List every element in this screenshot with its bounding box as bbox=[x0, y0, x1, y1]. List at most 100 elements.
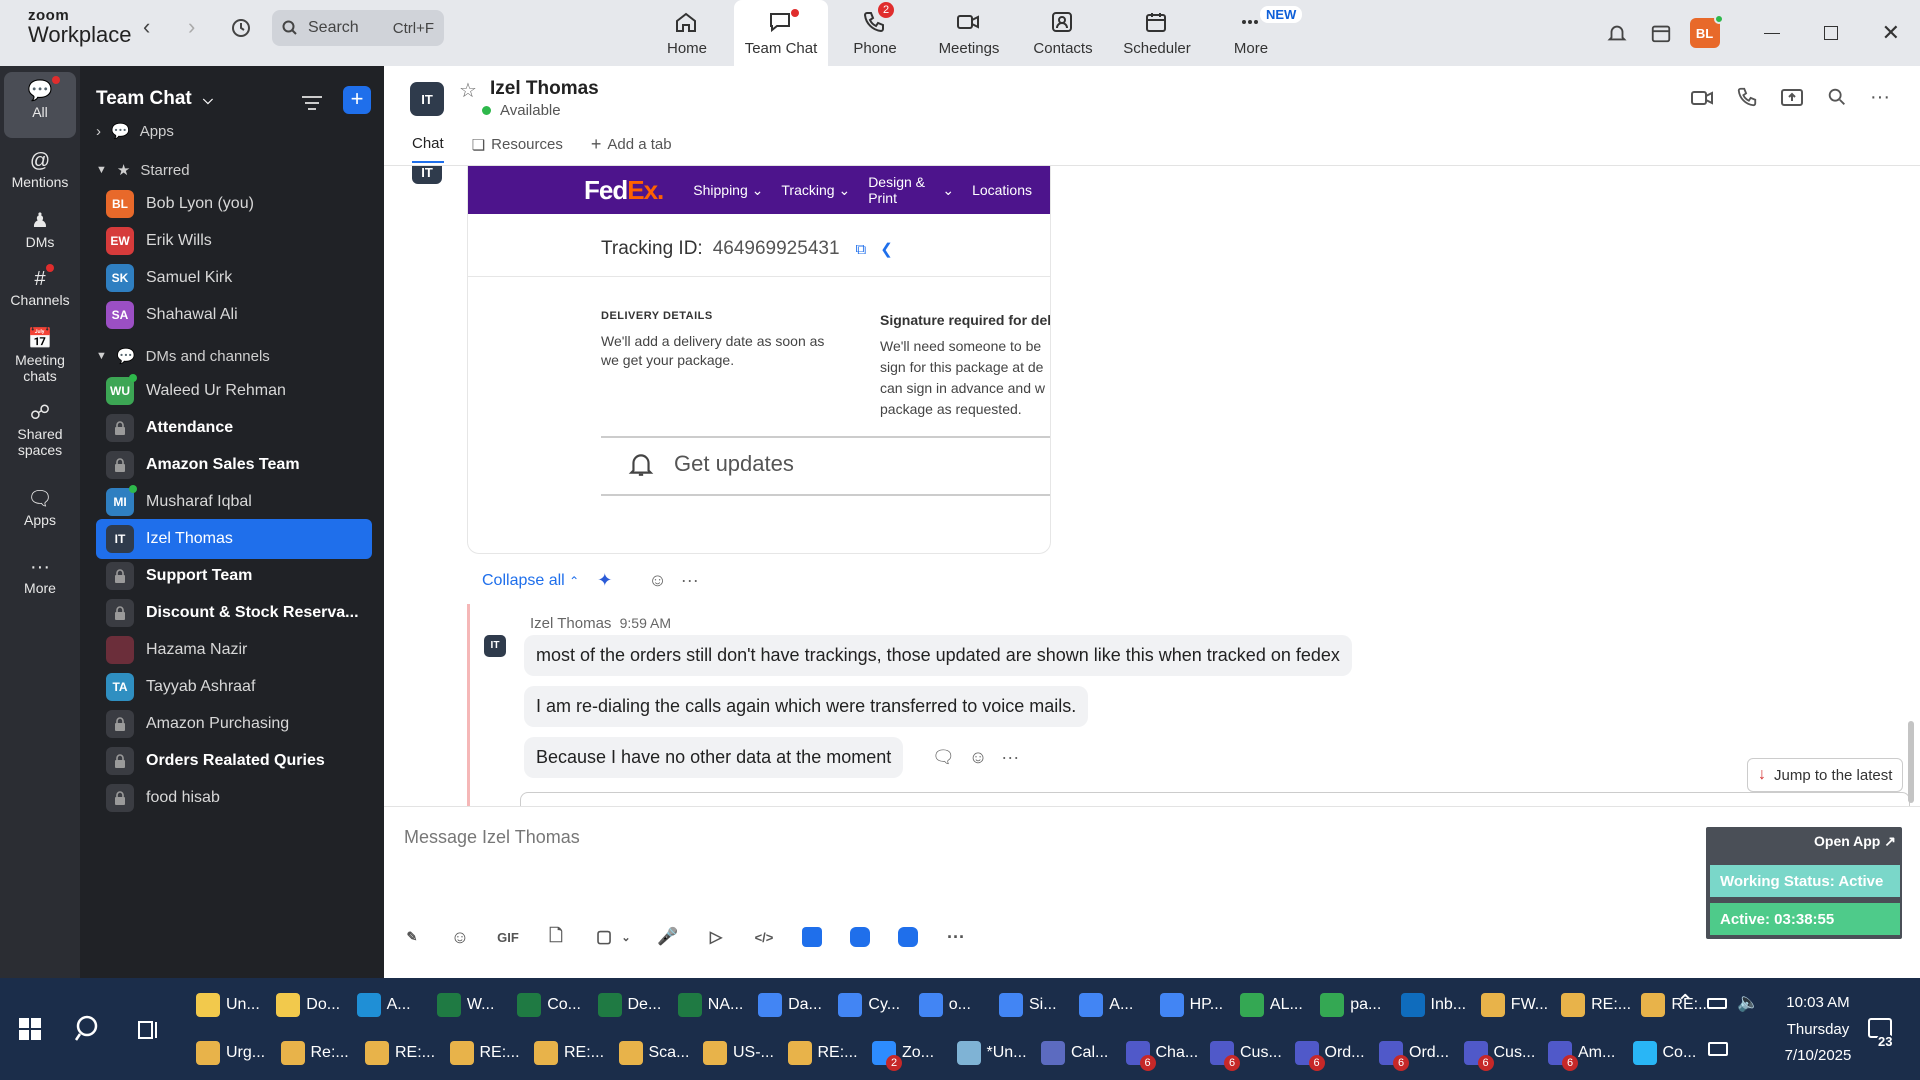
ai-sparkle-icon[interactable]: ✦ bbox=[597, 570, 612, 591]
search-icon[interactable] bbox=[74, 1014, 104, 1044]
taskbar-app[interactable]: Un... bbox=[196, 990, 260, 1020]
taskbar-app[interactable]: NA... bbox=[677, 990, 743, 1020]
taskbar-app[interactable]: o... bbox=[918, 990, 971, 1020]
app-icon[interactable] bbox=[896, 925, 920, 949]
filter-icon[interactable] bbox=[302, 96, 322, 110]
sidebar-item-attendance[interactable]: Attendance bbox=[96, 408, 372, 448]
taskbar-app[interactable]: Inb... bbox=[1400, 990, 1466, 1020]
taskbar-app[interactable]: US-... bbox=[703, 1038, 774, 1068]
microphone-icon[interactable]: 🎤 bbox=[656, 925, 680, 949]
message-bubble[interactable]: Because I have no other data at the mome… bbox=[524, 737, 904, 778]
taskbar-app[interactable]: Do... bbox=[276, 990, 340, 1020]
message-bubble[interactable]: most of the orders still don't have trac… bbox=[524, 635, 1352, 676]
taskbar-app[interactable]: RE:... bbox=[365, 1038, 435, 1068]
taskbar-app[interactable]: pa... bbox=[1320, 990, 1381, 1020]
taskbar-app[interactable]: RE:... bbox=[449, 1038, 520, 1068]
rail-item-mentions[interactable]: @ Mentions bbox=[4, 142, 76, 202]
new-chat-button[interactable]: + bbox=[343, 86, 371, 114]
scrollbar[interactable] bbox=[1908, 721, 1914, 803]
taskbar-app[interactable]: RE:... bbox=[534, 1038, 604, 1068]
taskbar-app[interactable]: De... bbox=[597, 990, 661, 1020]
taskbar-app[interactable]: 6 Am... bbox=[1548, 1038, 1615, 1071]
rail-item-channels[interactable]: # Channels bbox=[4, 260, 76, 318]
tab-chat[interactable]: Chat bbox=[412, 134, 444, 163]
emoji-icon[interactable]: ☺ bbox=[648, 570, 666, 591]
notification-center-icon[interactable]: 23 bbox=[1868, 1018, 1895, 1049]
phone-icon[interactable] bbox=[1736, 86, 1758, 108]
more-options-icon[interactable]: ··· bbox=[681, 570, 699, 591]
user-avatar[interactable]: BL bbox=[1689, 14, 1724, 48]
sidebar-item-orders-realated-quries[interactable]: Orders Realated Quries bbox=[96, 741, 372, 781]
sidebar-title[interactable]: Team Chat ⌵ bbox=[96, 88, 213, 110]
sidebar-item-amazon-sales-team[interactable]: Amazon Sales Team bbox=[96, 445, 372, 485]
taskbar-app[interactable]: Sca... bbox=[618, 1038, 689, 1068]
search-box[interactable]: Search Ctrl+F bbox=[272, 10, 444, 46]
tab-home[interactable]: Home bbox=[640, 0, 734, 66]
rail-item-more[interactable]: ··· More bbox=[4, 548, 76, 604]
file-icon[interactable]: 🗋 bbox=[544, 925, 568, 949]
taskbar-app[interactable]: Re:... bbox=[280, 1038, 349, 1068]
windows-start-icon[interactable] bbox=[19, 1018, 41, 1040]
taskbar-app[interactable]: Si... bbox=[999, 990, 1057, 1020]
gif-button[interactable]: GIF bbox=[496, 925, 520, 949]
task-view-icon[interactable] bbox=[137, 1018, 161, 1042]
message-bubble[interactable]: I am re-dialing the calls again which we… bbox=[524, 686, 1089, 727]
sidebar-item-shahawal-ali[interactable]: SA Shahawal Ali bbox=[96, 295, 372, 335]
starred-section[interactable]: ▼ ★ Starred bbox=[96, 161, 190, 180]
video-message-icon[interactable]: ▷ bbox=[704, 925, 728, 949]
taskbar-app[interactable]: Da... bbox=[758, 990, 822, 1020]
bell-icon[interactable] bbox=[1606, 22, 1628, 44]
taskbar-app[interactable]: 6 Cus... bbox=[1463, 1038, 1535, 1071]
sidebar-item-bob-lyon-you-[interactable]: BL Bob Lyon (you) bbox=[96, 184, 372, 224]
clock[interactable]: 10:03 AM Thursday 7/10/2025 bbox=[1778, 992, 1858, 1068]
emoji-icon[interactable]: ☺ bbox=[448, 925, 472, 949]
open-app-button[interactable]: Open App ↗ bbox=[1814, 833, 1896, 850]
tab-scheduler[interactable]: Scheduler bbox=[1110, 0, 1204, 66]
code-icon[interactable]: </> bbox=[752, 925, 776, 949]
more-options-icon[interactable]: ··· bbox=[1001, 747, 1019, 768]
network-icon[interactable] bbox=[1708, 1042, 1728, 1056]
reply-icon[interactable]: 🗨 bbox=[932, 747, 955, 768]
sidebar-item-waleed-ur-rehman[interactable]: WU Waleed Ur Rehman bbox=[96, 371, 372, 411]
more-options-icon[interactable]: ··· bbox=[944, 925, 968, 949]
taskbar-app[interactable]: 6 Ord... bbox=[1379, 1038, 1449, 1071]
app-icon[interactable] bbox=[800, 925, 824, 949]
rail-item-all[interactable]: 💬 All bbox=[4, 72, 76, 138]
taskbar-app[interactable]: 2 Zo... bbox=[872, 1038, 934, 1071]
share-screen-icon[interactable] bbox=[1780, 86, 1804, 110]
taskbar-app[interactable]: Co... bbox=[1632, 1038, 1696, 1068]
taskbar-app[interactable]: AL... bbox=[1239, 990, 1303, 1020]
taskbar-app[interactable]: 6 Cha... bbox=[1125, 1038, 1198, 1071]
sidebar-item-discount-stock-reserva[interactable]: Discount & Stock Reserva... bbox=[96, 593, 372, 633]
collapse-all-button[interactable]: Collapse all ⌃ bbox=[482, 572, 579, 590]
tab-meetings[interactable]: Meetings bbox=[922, 0, 1016, 66]
rail-item-apps[interactable]: 🗨 Apps bbox=[4, 480, 76, 536]
close-icon[interactable]: ✕ bbox=[1882, 20, 1900, 46]
star-icon[interactable]: ☆ bbox=[459, 78, 477, 103]
battery-icon[interactable] bbox=[1707, 998, 1727, 1009]
taskbar-app[interactable]: Cal... bbox=[1041, 1038, 1108, 1068]
minimize-icon[interactable] bbox=[1763, 32, 1780, 34]
apps-section[interactable]: › 💬 Apps bbox=[96, 122, 174, 141]
sidebar-item-izel-thomas[interactable]: IT Izel Thomas bbox=[96, 519, 372, 559]
sidebar-item-samuel-kirk[interactable]: SK Samuel Kirk bbox=[96, 258, 372, 298]
emoji-icon[interactable]: ☺ bbox=[969, 747, 987, 768]
taskbar-app[interactable]: 6 Ord... bbox=[1294, 1038, 1365, 1071]
chevron-up-icon[interactable]: ⌃ bbox=[1676, 990, 1694, 1016]
tab-phone[interactable]: 2 Phone bbox=[828, 0, 922, 66]
channel-name[interactable]: Izel Thomas bbox=[490, 78, 599, 100]
add-tab-button[interactable]: + Add a tab bbox=[591, 134, 672, 163]
rail-item-dms[interactable]: ♟ DMs bbox=[4, 202, 76, 260]
channel-avatar[interactable]: IT bbox=[410, 82, 444, 116]
taskbar-app[interactable]: A... bbox=[356, 990, 411, 1020]
history-icon[interactable] bbox=[229, 16, 253, 46]
chevron-down-icon[interactable]: ⌄ bbox=[620, 925, 632, 949]
taskbar-app[interactable]: A... bbox=[1079, 990, 1133, 1020]
sidebar-item-musharaf-iqbal[interactable]: MI Musharaf Iqbal bbox=[96, 482, 372, 522]
taskbar-app[interactable]: HP... bbox=[1159, 990, 1223, 1020]
taskbar-app[interactable]: W... bbox=[436, 990, 494, 1020]
app-icon[interactable] bbox=[848, 925, 872, 949]
jump-to-latest-button[interactable]: ↓ Jump to the latest bbox=[1747, 758, 1904, 792]
volume-icon[interactable]: 🔈 bbox=[1737, 992, 1759, 1013]
tab-more[interactable]: NEW More bbox=[1204, 0, 1303, 66]
